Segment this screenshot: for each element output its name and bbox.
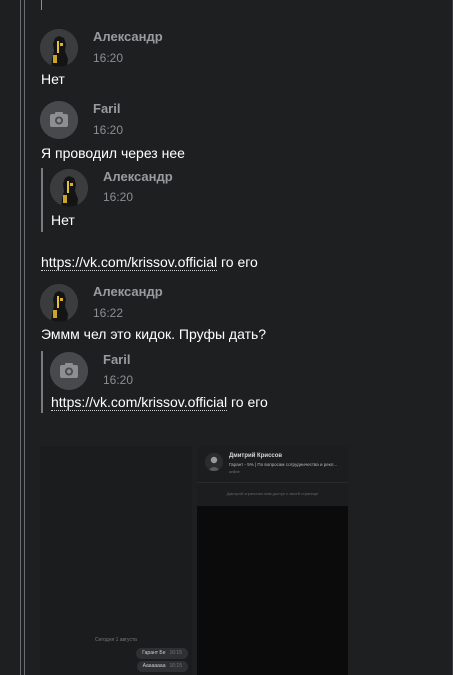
- quote-text: Нет: [51, 212, 75, 228]
- author-name[interactable]: Faril: [93, 101, 120, 116]
- divider: [197, 482, 348, 483]
- attachment-image-profile[interactable]: Дмитрий Криссов Гарант - 5% | По вопроса…: [197, 446, 348, 675]
- quote-timestamp: 16:20: [103, 190, 134, 204]
- profile-online: online: [229, 469, 240, 474]
- vk-link[interactable]: https://vk.com/krissov.official: [41, 254, 218, 271]
- vk-link[interactable]: https://vk.com/krissov.official: [51, 394, 228, 411]
- quote-author-name[interactable]: Александр: [103, 169, 173, 184]
- message-text: Нет: [41, 71, 65, 87]
- quote-link-message: https://vk.com/krissov.official го его: [51, 394, 268, 411]
- link-message: https://vk.com/krissov.official го его: [41, 254, 258, 271]
- attachment-image-chat[interactable]: Сегодня 1 августа Гарант Бе 16:15 Ааааааа…: [40, 446, 192, 675]
- chat-bubble: Гарант Бе 16:15: [136, 648, 188, 659]
- access-note: Дмитрий ограничил вам доступ к своей стр…: [226, 491, 319, 496]
- quote-avatar-aleksandr[interactable]: [50, 169, 88, 207]
- link-suffix: го его: [217, 254, 258, 270]
- quote-timestamp: 16:20: [103, 373, 134, 387]
- camera-icon: [40, 101, 78, 139]
- person-icon: [205, 453, 223, 471]
- avatar-faril[interactable]: [40, 101, 78, 139]
- profile-header: Дмитрий Криссов Гарант - 5% | По вопроса…: [197, 446, 348, 506]
- camera-icon: [50, 352, 88, 390]
- quote-bar: [41, 351, 43, 413]
- knight-avatar-icon: [50, 169, 88, 207]
- quote-bar: [41, 168, 43, 232]
- profile-avatar: [205, 453, 223, 471]
- knight-avatar-icon: [40, 29, 78, 67]
- day-label: Сегодня 1 августа: [95, 637, 137, 643]
- profile-name: Дмитрий Криссов: [229, 453, 283, 459]
- avatar-aleksandr[interactable]: [40, 284, 78, 322]
- avatar-aleksandr[interactable]: [40, 29, 78, 67]
- quote-avatar-faril[interactable]: [50, 352, 88, 390]
- thread-line-inner: [24, 0, 25, 675]
- timestamp: 16:20: [93, 51, 124, 65]
- link-suffix: го его: [227, 394, 268, 410]
- knight-avatar-icon: [40, 284, 78, 322]
- author-name[interactable]: Александр: [93, 284, 163, 299]
- profile-status: Гарант - 5% | По вопросам сотрудничества…: [229, 462, 338, 467]
- author-name[interactable]: Александр: [93, 29, 163, 44]
- thread-tick: [41, 0, 42, 10]
- timestamp: 16:20: [93, 123, 124, 137]
- thread-line-outer: [20, 0, 21, 675]
- message-text: Я проводил через нее: [41, 145, 185, 161]
- quote-author-name[interactable]: Faril: [103, 352, 130, 367]
- chat-bubble: Аааааааа 16:15: [136, 661, 188, 672]
- message-text: Эммм чел это кидок. Пруфы дать?: [41, 326, 267, 342]
- timestamp: 16:22: [93, 306, 124, 320]
